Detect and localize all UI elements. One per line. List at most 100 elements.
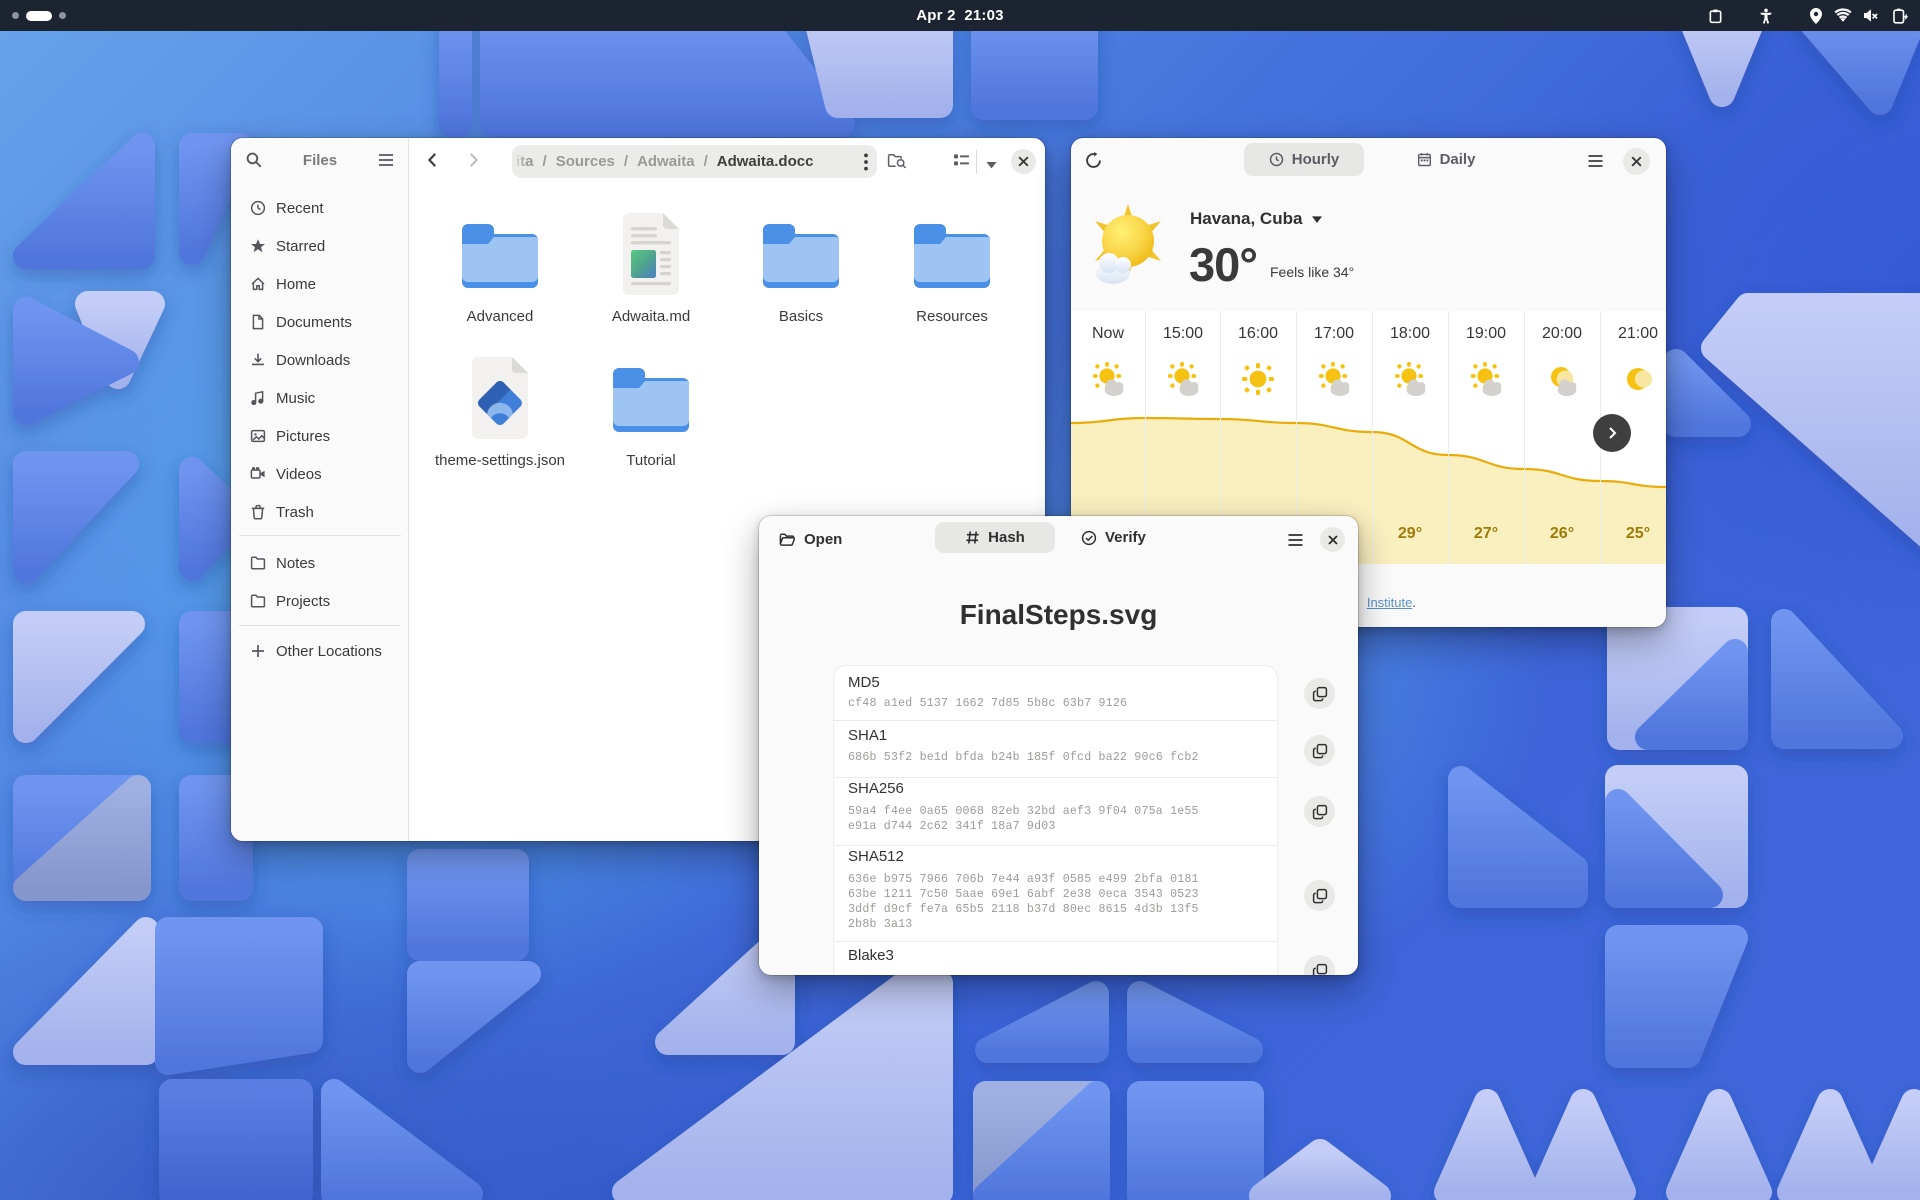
- clock-menu[interactable]: Apr 2 21:03: [0, 0, 1920, 31]
- sidebar-item-music[interactable]: Music: [238, 380, 402, 416]
- json-document-icon: [467, 355, 533, 441]
- sidebar-item-home[interactable]: Home: [238, 266, 402, 302]
- row-separator: [834, 720, 1277, 721]
- sun-cloud-icon: [1372, 361, 1448, 397]
- copy-button[interactable]: [1304, 955, 1335, 975]
- folder-icon: [459, 218, 541, 290]
- breadcrumb[interactable]: ita / Sources / Adwaita / Adwaita.docc: [512, 145, 877, 178]
- copy-button[interactable]: [1304, 880, 1335, 911]
- folder-icon: [250, 555, 266, 571]
- refresh-icon[interactable]: [1084, 151, 1103, 175]
- videos-icon: [250, 466, 266, 482]
- hour-label: 15:00: [1145, 325, 1221, 343]
- file-label: Basics: [779, 308, 823, 325]
- tab-hash[interactable]: Hash: [935, 522, 1055, 553]
- location-icon[interactable]: [1809, 8, 1823, 24]
- files-sidebar: Files Recent Starred Home Documents Down…: [231, 138, 409, 841]
- list-view-icon[interactable]: [953, 153, 970, 174]
- file-label: Tutorial: [626, 452, 675, 469]
- sidebar-item-starred[interactable]: Starred: [238, 228, 402, 264]
- row-separator: [834, 845, 1277, 846]
- hour-temp: 26°: [1524, 525, 1600, 543]
- breadcrumb-adwaita[interactable]: Adwaita: [637, 153, 695, 170]
- tab-daily[interactable]: Daily: [1393, 143, 1499, 176]
- sidebar-item-other-locations[interactable]: Other Locations: [238, 633, 402, 669]
- pictures-icon: [250, 428, 266, 444]
- hour-label: 18:00: [1372, 325, 1448, 343]
- menu-icon[interactable]: [1287, 533, 1304, 552]
- menu-icon[interactable]: [1587, 154, 1604, 173]
- recent-icon: [250, 200, 266, 216]
- hour-temp: 29°: [1372, 525, 1448, 543]
- sidebar-item-notes[interactable]: Notes: [238, 545, 402, 581]
- close-button[interactable]: [1011, 149, 1036, 174]
- calendar-icon: [1417, 152, 1432, 167]
- file-item-advanced[interactable]: Advanced: [430, 208, 570, 325]
- attribution-link[interactable]: Institute.: [1367, 595, 1416, 610]
- file-item-resources[interactable]: Resources: [882, 208, 1022, 325]
- hash-results-card: MD5 cf48 a1ed 5137 1662 7d85 5b8c 63b7 9…: [834, 666, 1277, 975]
- sidebar-item-projects[interactable]: Projects: [238, 583, 402, 619]
- hash-algo-label: SHA256: [848, 780, 904, 797]
- hour-label: 19:00: [1448, 325, 1524, 343]
- sidebar-item-recent[interactable]: Recent: [238, 190, 402, 226]
- copy-button[interactable]: [1304, 735, 1335, 766]
- row-separator: [834, 777, 1277, 778]
- file-item-basics[interactable]: Basics: [731, 208, 871, 325]
- sidebar-item-downloads[interactable]: Downloads: [238, 342, 402, 378]
- kebab-menu-icon[interactable]: [864, 153, 877, 171]
- next-hours-button[interactable]: [1593, 414, 1631, 452]
- sidebar-item-documents[interactable]: Documents: [238, 304, 402, 340]
- menu-icon[interactable]: [378, 153, 394, 172]
- breadcrumb-current[interactable]: Adwaita.docc: [717, 153, 814, 170]
- clipboard-icon[interactable]: [1708, 8, 1723, 24]
- sidebar-item-trash[interactable]: Trash: [238, 494, 402, 530]
- folder-icon: [760, 218, 842, 290]
- hash-value: 686b 53f2 be1d bfda b24b 185f 0fcd ba22 …: [848, 750, 1199, 765]
- sun-cloud-icon: [1448, 361, 1524, 397]
- open-button[interactable]: Open: [771, 524, 850, 555]
- close-button[interactable]: [1320, 527, 1345, 552]
- home-icon: [250, 276, 266, 292]
- moon-cloud-icon: [1524, 361, 1600, 397]
- sidebar-item-videos[interactable]: Videos: [238, 456, 402, 492]
- file-item-adwaita-md[interactable]: Adwaita.md: [581, 208, 721, 325]
- close-button[interactable]: [1623, 148, 1650, 175]
- feels-like: Feels like 34°: [1270, 264, 1354, 280]
- folder-open-icon: [779, 532, 796, 547]
- hash-window: Open Hash Verify FinalSteps.svg MD5 cf48…: [759, 516, 1358, 975]
- hashed-file-title: FinalSteps.svg: [759, 599, 1358, 631]
- hash-value: 59a4 f4ee 0a65 0068 82eb 32bd aef3 9f04 …: [848, 804, 1199, 834]
- hour-temp: 25°: [1600, 525, 1666, 543]
- hash-value: 636e b975 7966 706b 7e44 a93f 0585 e499 …: [848, 872, 1199, 932]
- volume-muted-icon[interactable]: [1863, 8, 1880, 23]
- hash-value: cf48 a1ed 5137 1662 7d85 5b8c 63b7 9126: [848, 696, 1127, 711]
- trash-icon: [250, 504, 266, 520]
- tab-hourly[interactable]: Hourly: [1244, 143, 1364, 176]
- breadcrumb-fade: [512, 145, 526, 178]
- file-icon-box: [467, 352, 533, 444]
- file-label: Resources: [916, 308, 988, 325]
- hour-label: 17:00: [1296, 325, 1372, 343]
- forward-icon[interactable]: [464, 151, 482, 174]
- sidebar-item-pictures[interactable]: Pictures: [238, 418, 402, 454]
- file-icon-box: [760, 208, 842, 300]
- breadcrumb-sources[interactable]: Sources: [556, 153, 615, 170]
- clock-icon: [1269, 152, 1284, 167]
- file-icon-box: [911, 208, 993, 300]
- file-item-tutorial[interactable]: Tutorial: [581, 352, 721, 469]
- location-selector[interactable]: Havana, Cuba: [1190, 209, 1323, 229]
- hour-label: Now: [1071, 325, 1146, 343]
- copy-button[interactable]: [1304, 678, 1335, 709]
- copy-button[interactable]: [1304, 796, 1335, 827]
- folder-search-icon[interactable]: [887, 152, 907, 175]
- accessibility-icon[interactable]: [1758, 8, 1774, 24]
- wifi-icon[interactable]: [1834, 8, 1852, 23]
- file-item-theme-settings-json[interactable]: theme-settings.json: [430, 352, 570, 469]
- back-icon[interactable]: [424, 151, 442, 174]
- view-options-dropdown-icon[interactable]: [985, 157, 998, 175]
- battery-charging-icon[interactable]: [1891, 8, 1908, 24]
- tab-verify[interactable]: Verify: [1081, 522, 1146, 553]
- sun-icon: [1220, 361, 1296, 397]
- top-panel: Apr 2 21:03: [0, 0, 1920, 31]
